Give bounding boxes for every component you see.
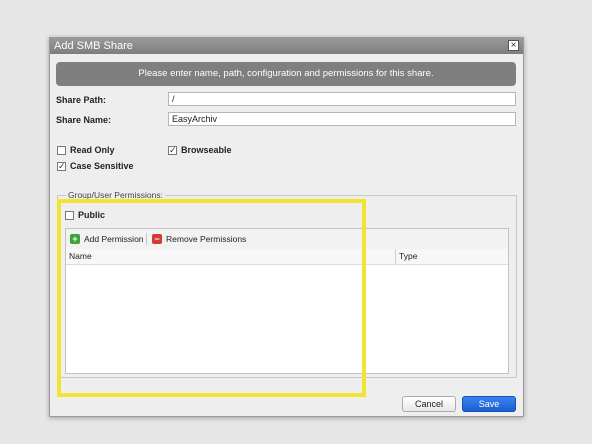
minus-icon: − [152, 234, 162, 244]
share-name-input[interactable] [168, 112, 516, 126]
case-sensitive-checkbox[interactable]: ✓ [57, 162, 66, 171]
instruction-banner: Please enter name, path, configuration a… [56, 62, 516, 86]
share-path-label: Share Path: [56, 95, 107, 105]
grid-body[interactable] [66, 265, 508, 373]
read-only-checkbox[interactable] [57, 146, 66, 155]
save-button[interactable]: Save [462, 396, 516, 412]
browseable-label: Browseable [181, 145, 232, 155]
read-only-label: Read Only [70, 145, 115, 155]
permissions-grid: + Add Permission − Remove Permissions Na… [65, 228, 509, 374]
permissions-toolbar: + Add Permission − Remove Permissions [66, 229, 508, 250]
column-header-name[interactable]: Name [66, 249, 396, 264]
cancel-button[interactable]: Cancel [402, 396, 456, 412]
dialog-titlebar: Add SMB Share × [50, 38, 523, 54]
toolbar-separator [146, 233, 147, 245]
add-permission-button[interactable]: + Add Permission [70, 233, 144, 245]
plus-icon: + [70, 234, 80, 244]
public-checkbox[interactable] [65, 211, 74, 220]
remove-permissions-button[interactable]: − Remove Permissions [152, 233, 246, 245]
case-sensitive-label: Case Sensitive [70, 161, 134, 171]
add-permission-label: Add Permission [84, 234, 144, 244]
dialog-title: Add SMB Share [54, 40, 133, 52]
remove-permissions-label: Remove Permissions [166, 234, 247, 244]
browseable-checkbox[interactable]: ✓ [168, 146, 177, 155]
share-path-input[interactable] [168, 92, 516, 106]
grid-header: Name Type [66, 249, 508, 265]
close-icon[interactable]: × [508, 40, 519, 51]
add-smb-share-dialog: Add SMB Share × Please enter name, path,… [49, 37, 524, 417]
column-header-type[interactable]: Type [396, 249, 508, 264]
public-label: Public [78, 210, 106, 220]
share-name-label: Share Name: [56, 115, 112, 125]
permissions-legend: Group/User Permissions: [68, 190, 163, 200]
